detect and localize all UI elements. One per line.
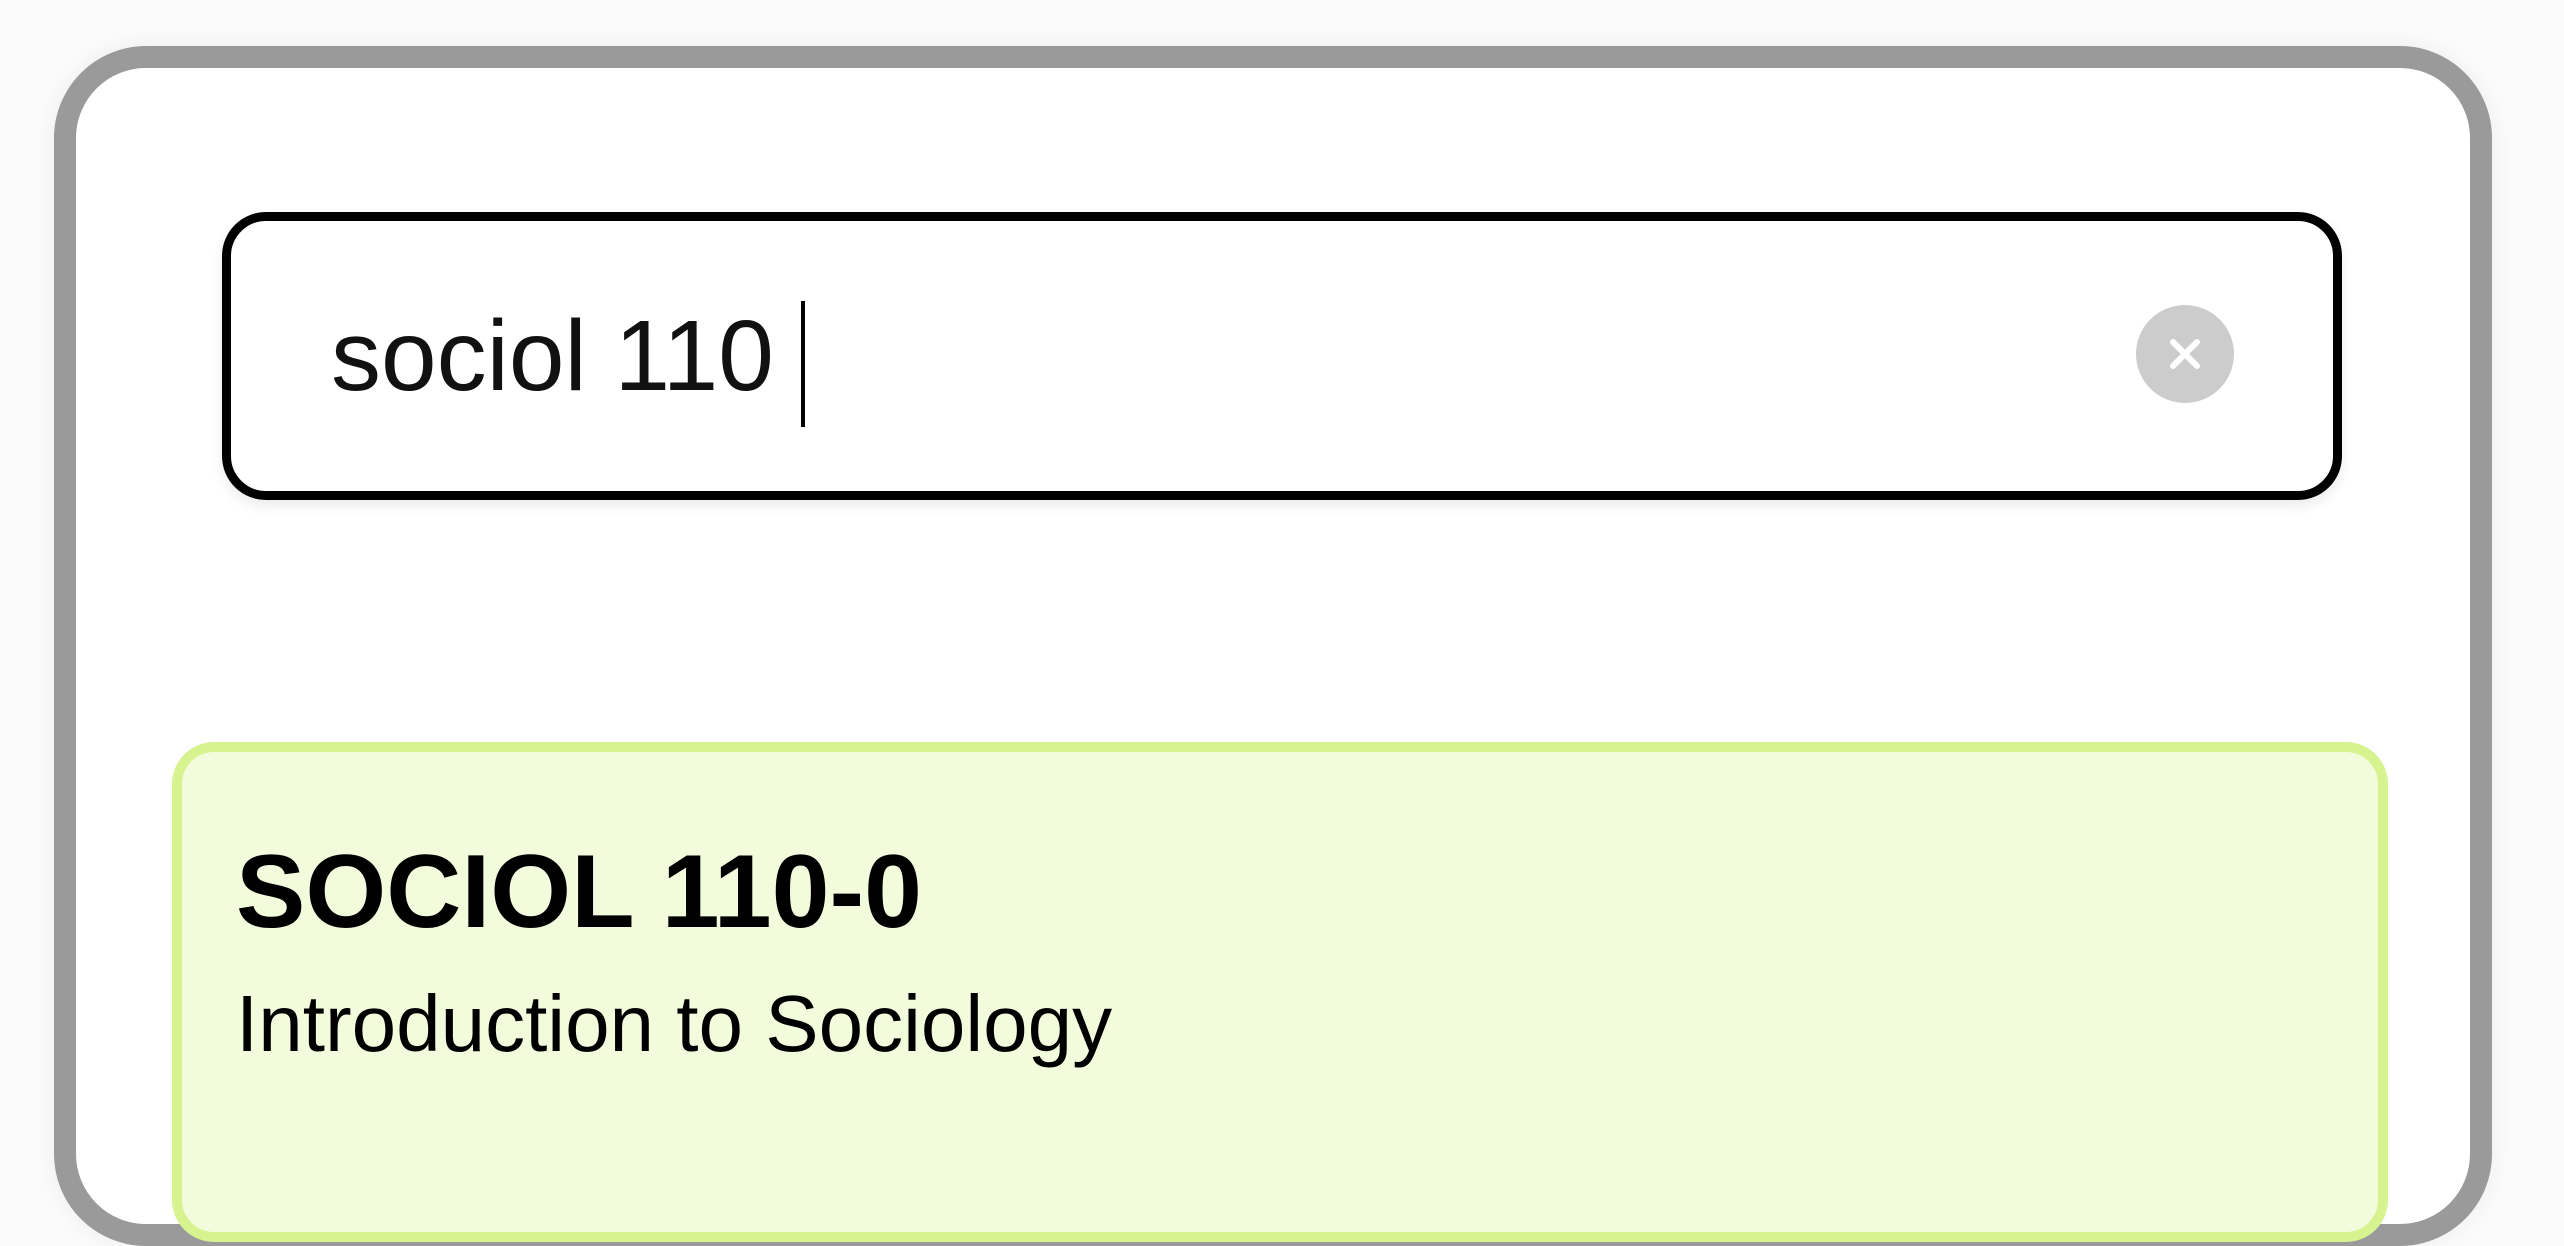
search-box [222,212,2342,500]
close-icon [2170,339,2200,369]
clear-search-button[interactable] [2136,305,2234,403]
search-input[interactable] [331,221,2031,491]
course-title: Introduction to Sociology [236,979,1113,1068]
text-caret [801,301,805,427]
course-code: SOCIOL 110-0 [236,834,922,950]
course-result-card[interactable]: SOCIOL 110-0 Introduction to Sociology [172,742,2388,1242]
